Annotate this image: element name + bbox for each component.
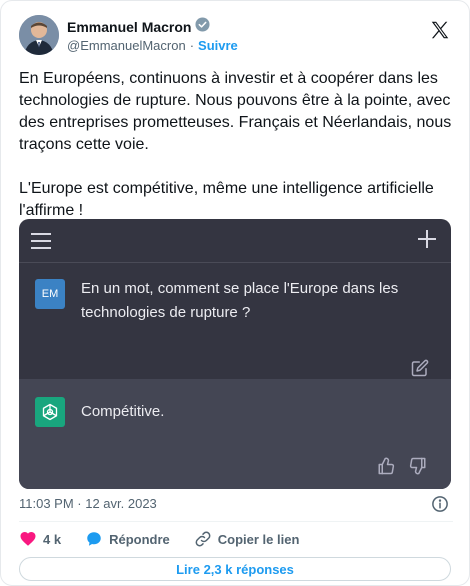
openai-logo-icon: [35, 397, 65, 427]
like-count: 4 k: [43, 531, 62, 547]
thumbs-up-icon[interactable]: [377, 457, 395, 475]
copy-link-button[interactable]: Copier le lien: [194, 530, 300, 548]
edit-icon[interactable]: [411, 359, 429, 377]
user-initials-badge: EM: [35, 279, 65, 309]
link-icon: [194, 530, 212, 548]
menu-icon[interactable]: [31, 233, 51, 249]
author-name[interactable]: Emmanuel Macron: [67, 19, 191, 35]
tweet-actions: 4 k Répondre Copier le lien: [19, 529, 323, 549]
tweet-header: Emmanuel Macron @EmmanuelMacron · Suivre: [19, 15, 453, 63]
avatar[interactable]: [19, 15, 59, 55]
reply-label: Répondre: [109, 531, 170, 547]
author-handle[interactable]: @EmmanuelMacron: [67, 38, 186, 53]
tweet-text: En Européens, continuons à investir et à…: [19, 70, 452, 219]
chat-screenshot[interactable]: EM En un mot, comment se place l'Europe …: [19, 219, 451, 489]
info-icon[interactable]: [431, 495, 449, 513]
reply-bubble-icon: [85, 530, 103, 548]
handle-separator: ·: [189, 38, 195, 53]
heart-icon: [19, 530, 37, 548]
verified-badge-icon: [195, 17, 211, 37]
follow-button[interactable]: Suivre: [198, 38, 238, 53]
user-message-text: En un mot, comment se place l'Europe dan…: [81, 280, 399, 321]
copy-link-label: Copier le lien: [217, 531, 300, 547]
chat-topbar: [19, 219, 451, 263]
like-button[interactable]: 4 k: [19, 530, 61, 548]
assistant-message-text: Compétitive.: [81, 403, 165, 420]
reply-button[interactable]: Répondre: [85, 530, 170, 548]
x-logo-icon[interactable]: [429, 19, 451, 41]
new-chat-plus-icon[interactable]: [417, 229, 437, 249]
divider: [19, 521, 453, 522]
thumbs-down-icon[interactable]: [409, 457, 427, 475]
assistant-message-row: Compétitive.: [19, 379, 451, 489]
tweet-timestamp[interactable]: 11:03 PM · 12 avr. 2023: [19, 496, 157, 511]
tweet-card: Emmanuel Macron @EmmanuelMacron · Suivre…: [0, 0, 470, 586]
read-replies-button[interactable]: Lire 2,3 k réponses: [19, 557, 451, 581]
